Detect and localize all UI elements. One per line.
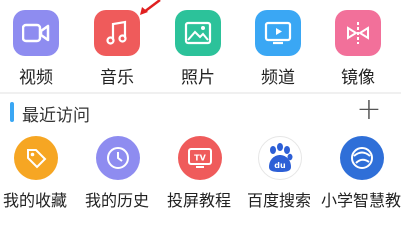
baidu-paw-icon: du	[258, 136, 302, 180]
app-tile-music[interactable]: 音乐	[82, 10, 152, 90]
recent-title: 最近访问	[22, 106, 90, 126]
recent-label: 我的历史	[84, 191, 149, 210]
section-accent-bar	[10, 102, 14, 122]
svg-text:du: du	[274, 161, 286, 170]
app-label: 音乐	[100, 68, 134, 88]
recent-label: 百度搜索	[246, 191, 311, 210]
photo-icon	[175, 10, 221, 56]
recent-item-baidu[interactable]: du 百度搜索	[238, 136, 320, 216]
app-tile-channels[interactable]: 频道	[243, 10, 313, 90]
recent-item-smart-education[interactable]: 小学智慧教	[320, 136, 401, 216]
app-tile-video[interactable]: 视频	[1, 10, 71, 90]
app-tile-photos[interactable]: 照片	[163, 10, 233, 90]
recent-item-tutorial[interactable]: TV 投屏教程	[158, 136, 240, 216]
app-label: 照片	[181, 68, 215, 88]
recent-label: 小学智慧教	[320, 191, 401, 210]
app-label: 视频	[19, 68, 53, 88]
globe-icon	[340, 136, 384, 180]
recent-label: 我的收藏	[2, 191, 67, 210]
tag-icon	[14, 136, 58, 180]
recent-list: 我的收藏 我的历史 TV 投屏教程 du 百度搜索 小学智慧教	[0, 136, 401, 249]
recent-label: 投屏教程	[166, 191, 231, 210]
app-grid: 视频 音乐 照片 频道 镜像	[0, 0, 401, 90]
recent-header: 最近访问 +	[0, 95, 401, 130]
app-label: 镜像	[341, 68, 375, 88]
tv-tutorial-icon: TV	[178, 136, 222, 180]
mirror-icon	[335, 10, 381, 56]
recent-item-history[interactable]: 我的历史	[76, 136, 158, 216]
tv-channel-icon	[255, 10, 301, 56]
app-tile-mirror[interactable]: 镜像	[323, 10, 393, 90]
add-button[interactable]: +	[355, 95, 383, 126]
svg-text:TV: TV	[194, 154, 206, 163]
app-label: 频道	[261, 68, 295, 88]
section-divider	[0, 92, 401, 94]
recent-item-favorites[interactable]: 我的收藏	[0, 136, 76, 216]
music-note-icon	[94, 10, 140, 56]
clock-icon	[96, 136, 140, 180]
video-camera-icon	[13, 10, 59, 56]
